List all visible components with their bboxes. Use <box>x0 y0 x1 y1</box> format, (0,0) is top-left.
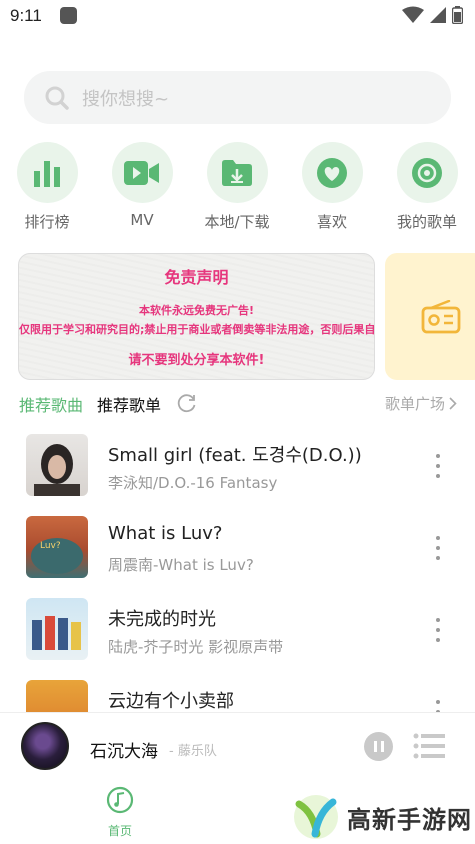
more-options-icon[interactable] <box>430 616 446 644</box>
playlist-square-link[interactable]: 歌单广场 <box>385 393 457 414</box>
watermark-text: 高新手游网 <box>347 805 472 834</box>
nav-home-label: 首页 <box>107 824 132 838</box>
disclaimer-banner[interactable]: 免责声明 本软件永远免费无广告! 仅限用于学习和研究目的;禁止用于商业或者倒卖等… <box>18 253 375 380</box>
chevron-right-icon <box>449 397 457 410</box>
wifi-icon <box>402 6 424 23</box>
search-placeholder: 搜你想搜~ <box>82 88 170 110</box>
song-item[interactable]: 未完成的时光 陆虎-芥子时光 影视原声带 <box>0 596 475 666</box>
banner-line: 仅限用于学习和研究目的;禁止用于商业或者倒卖等非法用途，否则后果自负。 <box>19 323 375 336</box>
song-item[interactable]: Luv? What is Luv? 周震南-What is Luv? <box>0 514 475 584</box>
banner-line: 请不要到处分享本软件! <box>128 353 265 368</box>
music-home-icon <box>106 786 134 814</box>
notification-app-icon <box>60 7 77 24</box>
tab-recommended-songs[interactable]: 推荐歌曲 <box>19 392 83 416</box>
download-folder-icon <box>222 159 252 186</box>
entry-label: 喜欢 <box>316 213 347 231</box>
song-title: 未完成的时光 <box>108 609 216 630</box>
entry-favorites[interactable]: 喜欢 <box>292 142 372 232</box>
battery-icon <box>452 6 463 24</box>
status-indicators <box>402 6 463 24</box>
status-time: 9:11 <box>10 6 42 25</box>
search-bar[interactable]: 搜你想搜~ <box>24 71 451 124</box>
signal-icon <box>430 7 446 23</box>
quick-entries: 排行榜 MV 本地/下载 喜欢 我的歌单 <box>0 142 475 232</box>
entry-local-download[interactable]: 本地/下载 <box>197 142 277 232</box>
entry-label: 排行榜 <box>24 213 70 231</box>
recommend-section-header: 推荐歌曲 推荐歌单 歌单广场 <box>0 390 475 418</box>
site-watermark: 高新手游网 <box>293 794 472 840</box>
radio-banner[interactable] <box>385 253 475 380</box>
now-playing-artist: - 藤乐队 <box>169 744 217 759</box>
entry-my-playlists[interactable]: 我的歌单 <box>387 142 467 232</box>
banner-title: 免责声明 <box>164 268 229 287</box>
video-camera-icon <box>124 160 159 185</box>
song-artist-album: 周震南-What is Luv? <box>108 556 254 574</box>
entry-label: MV <box>130 211 154 229</box>
album-cover <box>26 434 88 496</box>
banner-line: 本软件永远免费无广告! <box>138 304 255 317</box>
entry-label: 本地/下载 <box>204 213 270 231</box>
radio-icon <box>421 299 461 333</box>
watermark-logo-icon <box>294 795 338 839</box>
mini-player[interactable]: 石沉大海 - 藤乐队 <box>0 712 475 780</box>
now-playing-cover <box>21 722 69 770</box>
more-options-icon[interactable] <box>430 452 446 480</box>
bar-chart-icon <box>34 160 60 187</box>
song-title: What is Luv? <box>108 523 223 544</box>
entry-mv[interactable]: MV <box>102 142 182 229</box>
playlist-square-label: 歌单广场 <box>384 395 445 413</box>
heart-icon <box>317 157 347 188</box>
playlist-queue-icon[interactable] <box>413 733 445 759</box>
song-artist-album: 李泳知/D.O.-16 Fantasy <box>108 474 278 492</box>
music-disc-icon <box>412 157 442 188</box>
search-icon <box>45 86 69 110</box>
pause-button[interactable] <box>364 732 393 761</box>
now-playing-title: 石沉大海 <box>90 742 158 762</box>
more-options-icon[interactable] <box>430 534 446 562</box>
album-cover <box>26 598 88 660</box>
entry-ranking[interactable]: 排行榜 <box>7 142 87 232</box>
song-artist-album: 陆虎-芥子时光 影视原声带 <box>108 638 284 656</box>
album-cover: Luv? <box>26 516 88 578</box>
app-screen: 9:11 搜你想搜~ 排行榜 MV 本地/下载 喜欢 我的歌单 免责声明 本软件… <box>0 0 475 844</box>
refresh-icon[interactable] <box>177 393 197 413</box>
song-item[interactable]: Small girl (feat. 도경수(D.O.)) 李泳知/D.O.-16… <box>0 432 475 502</box>
status-bar: 9:11 <box>0 0 475 34</box>
entry-label: 我的歌单 <box>396 213 457 231</box>
nav-home[interactable]: 首页 <box>100 786 140 839</box>
song-title: 云边有个小卖部 <box>108 691 234 712</box>
song-title: Small girl (feat. 도경수(D.O.)) <box>108 445 362 466</box>
tab-recommended-playlists[interactable]: 推荐歌单 <box>97 392 161 416</box>
svg-text:Luv?: Luv? <box>40 541 61 551</box>
